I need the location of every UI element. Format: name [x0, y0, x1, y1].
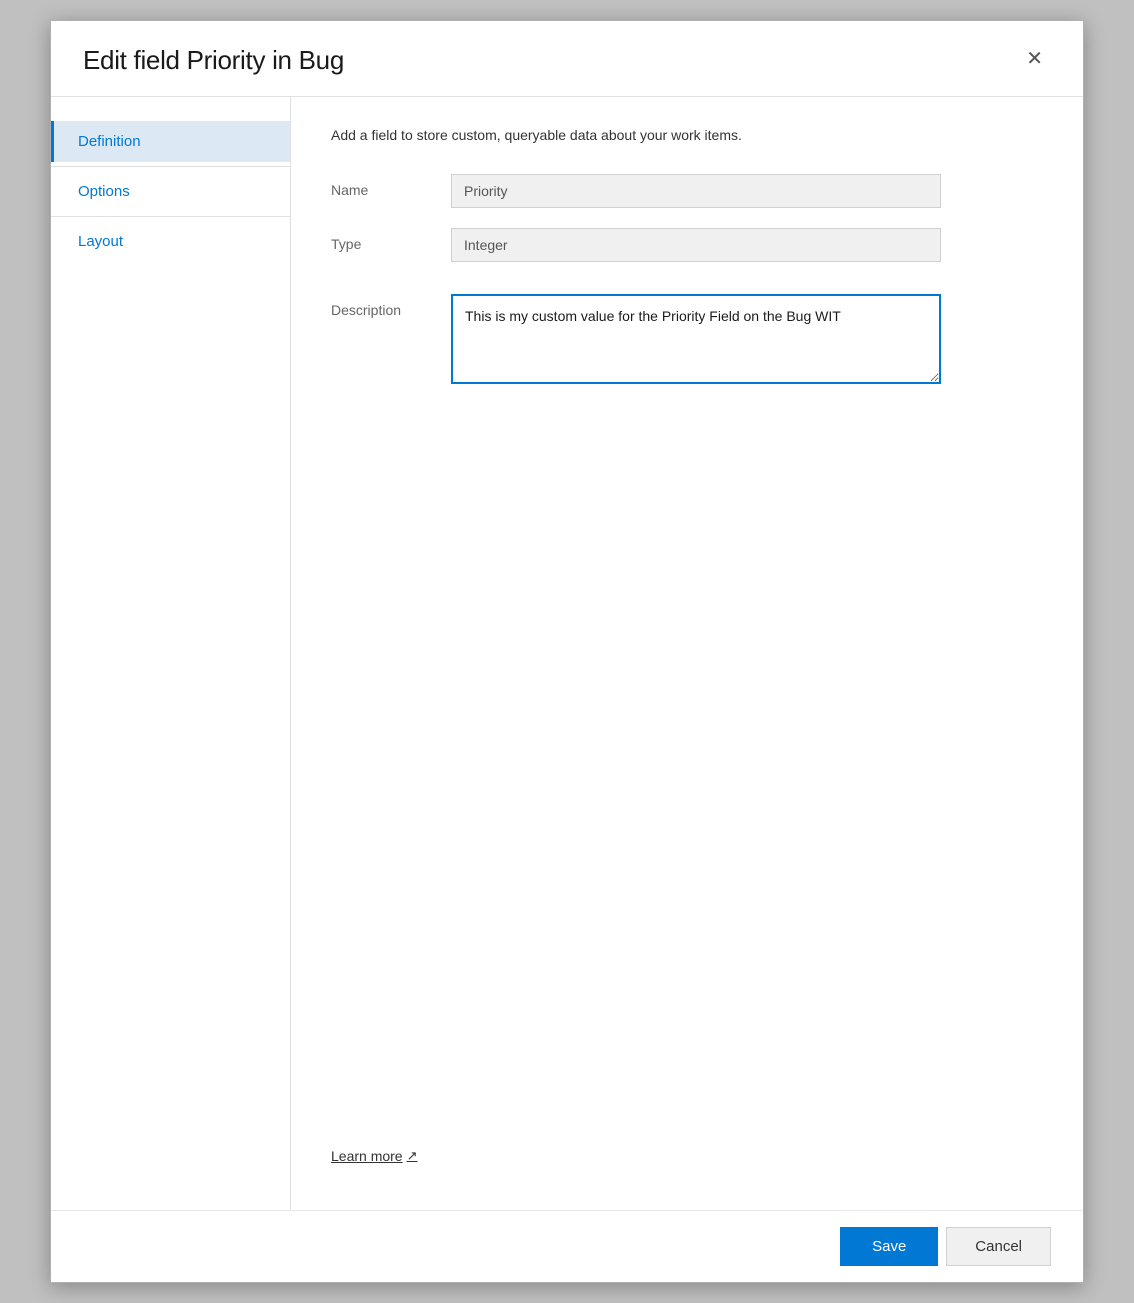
learn-more-link[interactable]: Learn more ↗	[331, 1148, 418, 1164]
description-textarea[interactable]	[451, 294, 941, 384]
type-label: Type	[331, 228, 451, 252]
content-description: Add a field to store custom, queryable d…	[331, 125, 1043, 146]
sidebar-divider-1	[51, 166, 290, 167]
save-button[interactable]: Save	[840, 1227, 938, 1266]
name-label: Name	[331, 174, 451, 198]
main-content: Add a field to store custom, queryable d…	[291, 97, 1083, 1210]
type-row: Type	[331, 228, 1043, 262]
name-row: Name	[331, 174, 1043, 208]
cancel-button[interactable]: Cancel	[946, 1227, 1051, 1266]
sidebar: Definition Options Layout	[51, 97, 291, 1210]
learn-more-label: Learn more	[331, 1148, 403, 1164]
edit-field-dialog: Edit field Priority in Bug ✕ Definition …	[50, 20, 1084, 1283]
sidebar-item-layout-label: Layout	[78, 233, 123, 250]
sidebar-divider-2	[51, 216, 290, 217]
sidebar-item-layout[interactable]: Layout	[51, 221, 290, 262]
description-row: Description	[331, 294, 1043, 384]
close-button[interactable]: ✕	[1018, 45, 1051, 73]
sidebar-item-options-label: Options	[78, 183, 130, 200]
sidebar-item-options[interactable]: Options	[51, 171, 290, 212]
dialog-header: Edit field Priority in Bug ✕	[51, 21, 1083, 97]
description-label: Description	[331, 294, 451, 318]
sidebar-item-definition[interactable]: Definition	[51, 121, 290, 162]
dialog-title: Edit field Priority in Bug	[83, 45, 344, 76]
name-input[interactable]	[451, 174, 941, 208]
sidebar-item-definition-label: Definition	[78, 133, 141, 150]
dialog-body: Definition Options Layout Add a field to…	[51, 97, 1083, 1210]
type-input[interactable]	[451, 228, 941, 262]
learn-more-row: Learn more ↗	[331, 1132, 1043, 1182]
dialog-footer: Save Cancel	[51, 1210, 1083, 1282]
external-link-icon: ↗	[407, 1148, 418, 1164]
